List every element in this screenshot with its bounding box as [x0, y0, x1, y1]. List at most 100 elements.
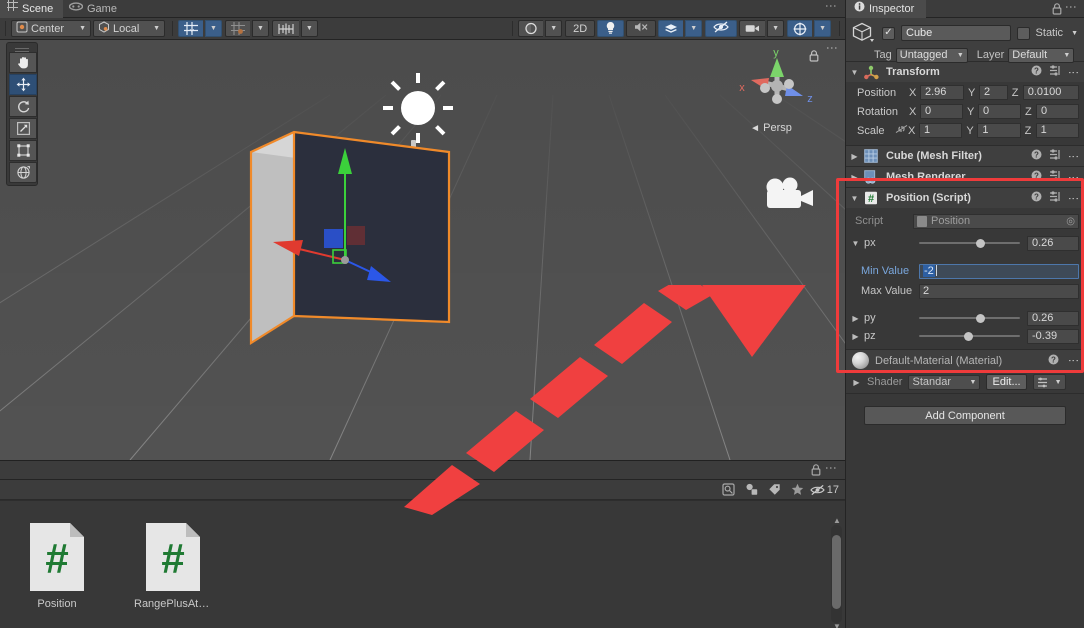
favorites-icon[interactable]	[787, 481, 809, 499]
slider-knob[interactable]	[964, 332, 974, 341]
material-header[interactable]: Default-Material (Material) ? ⋮	[846, 350, 1084, 371]
grid-snapping-icon[interactable]: Y	[178, 20, 203, 37]
add-component-button[interactable]: Add Component	[864, 406, 1066, 425]
scroll-up-arrow[interactable]: ▲	[833, 517, 841, 525]
scene-visibility-button[interactable]	[705, 20, 738, 37]
filter-by-label-icon[interactable]	[764, 481, 786, 499]
hand-tool-button[interactable]	[9, 52, 37, 73]
asset-item[interactable]: # Position	[18, 521, 96, 610]
foldout-arrow-icon[interactable]: ▶	[850, 152, 859, 161]
gizmos-control[interactable]: ▼	[787, 20, 831, 37]
rotate-tool-button[interactable]	[9, 96, 37, 117]
help-icon[interactable]: ?	[1030, 149, 1043, 163]
px-value-field[interactable]: 0.26	[1027, 235, 1079, 251]
foldout-arrow-icon[interactable]: ▶	[852, 378, 861, 387]
preset-icon[interactable]	[1048, 191, 1061, 205]
move-gizmo[interactable]	[265, 140, 445, 290]
snap-increment-control[interactable]: ▼	[224, 20, 269, 37]
py-value-field[interactable]: 0.26	[1027, 310, 1079, 326]
preset-icon[interactable]	[1048, 149, 1061, 163]
help-icon[interactable]: ?	[1030, 191, 1043, 205]
scroll-down-arrow[interactable]: ▼	[833, 623, 841, 628]
foldout-arrow-icon[interactable]: ▶	[851, 332, 860, 341]
max-value-field[interactable]: 2	[919, 283, 1079, 299]
move-tool-button[interactable]	[9, 74, 37, 95]
scene-audio-button[interactable]	[626, 20, 657, 37]
static-checkbox[interactable]	[1016, 26, 1030, 40]
script-object-field[interactable]: Position ◎	[913, 213, 1079, 229]
scale-y-field[interactable]: 1	[977, 123, 1021, 138]
component-menu-icon[interactable]: ⋮	[1066, 149, 1079, 163]
project-asset-browser[interactable]: # Position # RangePlusAttribu...	[0, 500, 845, 628]
projection-mode-label[interactable]: ◄ Persp	[731, 122, 811, 134]
foldout-arrow-icon[interactable]: ▼	[850, 68, 859, 77]
pz-slider[interactable]	[919, 328, 1020, 344]
grid-visibility-control[interactable]: ▼	[271, 20, 318, 37]
help-icon[interactable]: ?	[1047, 354, 1060, 368]
chevron-down-icon[interactable]: ▼	[814, 20, 831, 37]
tag-dropdown[interactable]: Untagged ▼	[895, 47, 968, 63]
lock-icon[interactable]	[1052, 3, 1062, 18]
component-header[interactable]: ▼ Transform ? ⋮	[846, 62, 1084, 82]
scene-viewport[interactable]: y x z ◄ Persp ⋮	[0, 40, 845, 460]
snap-increment-icon[interactable]	[224, 20, 250, 37]
preset-icon[interactable]	[1048, 65, 1061, 79]
py-slider[interactable]	[919, 310, 1020, 326]
slider-knob[interactable]	[975, 239, 985, 248]
gameobject-name-field[interactable]: Cube	[901, 25, 1011, 41]
preset-icon[interactable]	[1048, 170, 1061, 184]
hidden-assets-count[interactable]: 17	[810, 484, 841, 496]
component-menu-icon[interactable]: ⋮	[1066, 191, 1079, 205]
scene-orientation-gizmo[interactable]: y x z ◄ Persp	[731, 44, 823, 184]
shader-dropdown[interactable]: Standar ▼	[908, 374, 981, 390]
static-dropdown-icon[interactable]: ▼	[1071, 30, 1078, 37]
transform-tool-button[interactable]	[9, 162, 37, 183]
foldout-arrow-icon[interactable]: ▼	[850, 194, 859, 203]
shaded-mode-icon[interactable]	[518, 20, 544, 37]
gameobject-enabled-checkbox[interactable]: ✓	[882, 26, 895, 40]
chevron-down-icon[interactable]: ▼	[205, 20, 222, 37]
constrain-proportions-icon[interactable]	[895, 124, 908, 137]
scale-z-field[interactable]: 1	[1035, 123, 1079, 138]
scene-camera-control[interactable]: ▼	[739, 20, 785, 37]
material-menu-icon[interactable]: ⋮	[1066, 354, 1079, 368]
grid-snapping-control[interactable]: Y ▼	[178, 20, 222, 37]
lock-icon[interactable]	[811, 464, 821, 479]
filter-by-type-icon[interactable]	[741, 481, 763, 499]
component-menu-icon[interactable]: ⋮	[1066, 170, 1079, 184]
component-header[interactable]: ▶ Mesh Renderer ? ⋮	[846, 167, 1084, 187]
scene-fx-control[interactable]: ▼	[658, 20, 703, 37]
lock-icon[interactable]	[809, 50, 819, 65]
chevron-down-icon[interactable]: ▼	[685, 20, 703, 37]
layer-dropdown[interactable]: Default ▼	[1008, 47, 1075, 63]
effects-icon[interactable]	[658, 20, 684, 37]
tab-scene[interactable]: Scene	[0, 0, 64, 18]
pz-value-field[interactable]: -0.39	[1027, 328, 1079, 344]
tab-game[interactable]: Game	[62, 0, 127, 18]
component-header[interactable]: ▼ # Position (Script) ? ⋮	[846, 188, 1084, 208]
px-slider[interactable]	[919, 235, 1020, 251]
shader-preset-button[interactable]: ▼	[1032, 374, 1066, 390]
scene-tab-menu-icon[interactable]: ⋮	[823, 0, 839, 18]
chevron-down-icon[interactable]: ▼	[300, 20, 318, 37]
save-search-icon[interactable]	[718, 481, 740, 499]
scene-view-menu-icon[interactable]: ⋮	[825, 42, 839, 54]
camera-settings-icon[interactable]	[739, 20, 766, 37]
slider-knob[interactable]	[975, 314, 985, 323]
position-z-field[interactable]: 0.0100	[1022, 85, 1079, 100]
project-menu-icon[interactable]: ⋮	[824, 462, 838, 474]
object-picker-icon[interactable]: ◎	[1066, 216, 1075, 227]
asset-item[interactable]: # RangePlusAttribu...	[134, 521, 212, 610]
palette-grip[interactable]	[9, 45, 35, 52]
rotation-y-field[interactable]: 0	[978, 104, 1021, 119]
position-x-field[interactable]: 2.96	[920, 85, 965, 100]
foldout-arrow-icon[interactable]: ▶	[850, 173, 859, 182]
chevron-down-icon[interactable]: ▼	[545, 20, 563, 37]
scene-lighting-button[interactable]	[597, 20, 625, 37]
chevron-down-icon[interactable]: ▼	[251, 20, 269, 37]
tab-inspector[interactable]: Inspector	[846, 0, 927, 18]
scale-x-field[interactable]: 1	[919, 123, 963, 138]
handle-space-dropdown[interactable]: Local ▼	[93, 20, 165, 37]
chevron-down-icon[interactable]: ▼	[767, 20, 785, 37]
scrollbar-thumb[interactable]	[832, 535, 841, 609]
